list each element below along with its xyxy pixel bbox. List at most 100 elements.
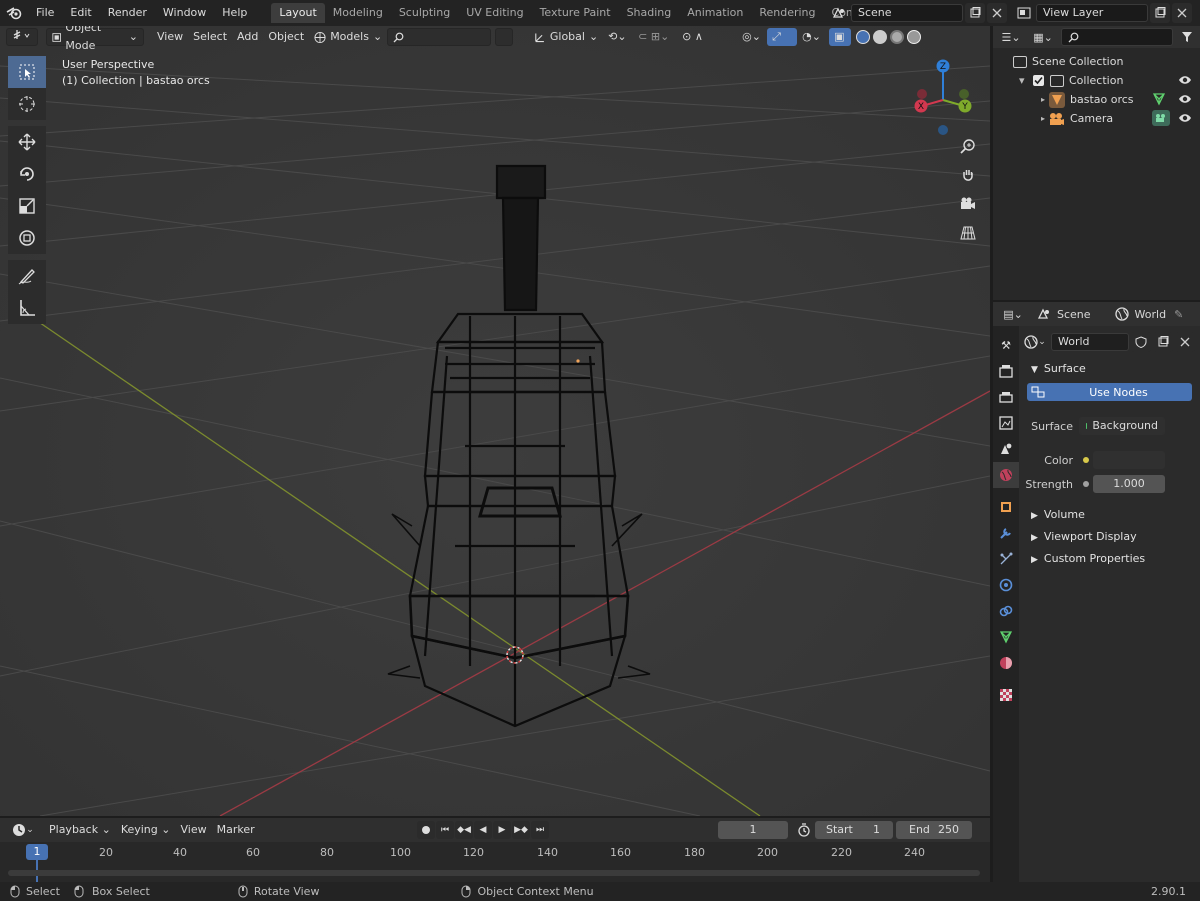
physics-tab-icon[interactable] [993,572,1019,598]
tab-sculpting[interactable]: Sculpting [391,3,458,23]
outliner-editor-type-icon[interactable]: ☰⌄ [997,27,1025,47]
viewport-menu-select[interactable]: Select [188,28,232,46]
transform-tool-icon[interactable] [8,222,46,254]
display-mode-icon[interactable]: ▦⌄ [1029,27,1057,47]
remove-scene-icon[interactable] [987,3,1007,23]
properties-editor-type-icon[interactable]: ▤⌄ [999,304,1027,324]
eye-icon[interactable] [1178,112,1192,124]
timeline-menu-marker[interactable]: Marker [212,821,260,839]
mesh-data-icon[interactable] [1152,92,1166,106]
view-layer-icon[interactable] [1014,3,1034,23]
volume-panel-header[interactable]: ▶ Volume [1021,504,1200,526]
constraints-tab-icon[interactable] [993,598,1019,624]
scene-tab-icon[interactable] [993,436,1019,462]
tab-layout[interactable]: Layout [271,3,325,23]
3d-viewport[interactable]: Object Mode ⌄ View Select Add Object Mod… [0,26,990,816]
disclosure-triangle-icon[interactable]: ▸ [1041,114,1049,123]
orientation-dropdown[interactable]: Global ⌄ [529,28,603,46]
filter-icon[interactable] [1177,27,1197,47]
start-frame-field[interactable]: Start 1 [815,821,893,839]
navigation-gizmo[interactable]: Z Y X [908,58,978,138]
tab-uv-editing[interactable]: UV Editing [458,3,531,23]
wireframe-shading-icon[interactable] [856,30,871,44]
record-keyframes-icon[interactable] [417,821,435,839]
fake-user-shield-icon[interactable] [1131,332,1151,352]
tool-settings-tab-icon[interactable]: ⚒ [993,332,1019,358]
xray-toggle-icon[interactable]: ▣ [829,28,852,46]
select-box-tool-icon[interactable] [8,56,46,88]
proportional-edit-icon[interactable]: ⊙ ∧ [677,28,717,46]
snap-toggle-icon[interactable]: ⊂ ⊞⌄ [633,28,677,46]
eye-icon[interactable] [1178,93,1192,105]
tree-item-scene-collection[interactable]: Scene Collection [993,52,1200,71]
tab-texture-paint[interactable]: Texture Paint [532,3,619,23]
next-keyframe-icon[interactable]: ▶◆ [512,821,530,839]
world-tab-icon[interactable] [993,462,1019,488]
tree-item-collection[interactable]: ▾ Collection [993,71,1200,90]
object-tab-icon[interactable] [993,494,1019,520]
visibility-filter-icon[interactable]: ◎⌄ [737,28,767,46]
custom-properties-panel-header[interactable]: ▶ Custom Properties [1021,548,1200,570]
cursor-tool-icon[interactable] [8,88,46,120]
duplicate-world-icon[interactable] [1153,332,1173,352]
remove-view-layer-icon[interactable] [1172,3,1192,23]
solid-shading-icon[interactable] [873,30,888,44]
use-nodes-button[interactable]: Use Nodes [1027,383,1192,401]
timeline-scrollbar[interactable] [8,870,980,876]
particles-tab-icon[interactable] [993,546,1019,572]
menu-help[interactable]: Help [214,0,255,26]
timeline-editor-type-icon[interactable]: ⌄ [8,820,38,840]
color-socket-icon[interactable] [1079,457,1093,463]
current-frame-field[interactable]: 1 [718,821,788,839]
world-browse-icon[interactable]: ⌄ [1021,332,1049,352]
scene-name-field[interactable]: Scene [851,4,963,22]
viewport-menu-view[interactable]: View [152,28,188,46]
breadcrumb-scene[interactable]: Scene [1037,308,1091,321]
disclosure-triangle-icon[interactable]: ▾ [1019,74,1033,87]
overlay-toggle-icon[interactable]: ◔⌄ [797,28,829,46]
pivot-point-icon[interactable]: ⟲⌄ [603,28,633,46]
prev-keyframe-icon[interactable]: ◆◀ [455,821,473,839]
render-tab-icon[interactable] [993,358,1019,384]
menu-render[interactable]: Render [100,0,155,26]
output-tab-icon[interactable] [993,384,1019,410]
pin-icon[interactable]: ✎ [1174,308,1183,321]
eye-icon[interactable] [1178,74,1192,86]
jump-end-icon[interactable]: ⏭ [531,821,549,839]
scene-selector-icon[interactable] [829,3,849,23]
color-swatch[interactable] [1093,451,1165,469]
exclude-checkbox[interactable] [1033,75,1044,86]
menu-file[interactable]: File [28,0,62,26]
viewport-display-panel-header[interactable]: ▶ Viewport Display [1021,526,1200,548]
strength-socket-icon[interactable] [1079,481,1093,487]
view-layer-field[interactable]: View Layer [1036,4,1148,22]
move-tool-icon[interactable] [8,126,46,158]
surface-panel-header[interactable]: ▼ Surface [1021,358,1200,380]
measure-tool-icon[interactable] [8,292,46,324]
tree-item-bastao-orcs[interactable]: ▸ bastao orcs [993,90,1200,109]
timeline-ruler[interactable]: 1 20 40 60 80 100 120 140 160 180 200 22… [0,842,990,884]
disclosure-triangle-icon[interactable]: ▸ [1041,95,1049,104]
object-mode-dropdown[interactable]: Object Mode ⌄ [46,26,144,52]
tab-shading[interactable]: Shading [619,3,680,23]
object-data-tab-icon[interactable] [993,624,1019,650]
play-icon[interactable]: ▶ [493,821,511,839]
strength-field[interactable]: 1.000 [1093,475,1165,493]
timeline-menu-playback[interactable]: Playback ⌄ [44,821,116,839]
timeline-menu-view[interactable]: View [175,821,211,839]
material-tab-icon[interactable] [993,650,1019,676]
material-shading-icon[interactable] [890,30,905,44]
world-name-field[interactable]: World [1051,333,1129,351]
editor-type-icon[interactable] [6,28,38,46]
surface-shader-field[interactable]: Background [1079,417,1165,435]
camera-view-icon[interactable] [955,191,981,217]
end-frame-field[interactable]: End 250 [896,821,972,839]
tab-rendering[interactable]: Rendering [751,3,823,23]
pan-view-icon[interactable] [955,162,981,188]
rotate-tool-icon[interactable] [8,158,46,190]
unlink-world-icon[interactable] [1175,332,1195,352]
tree-item-camera[interactable]: ▸ Camera [993,109,1200,128]
breadcrumb-world[interactable]: World [1114,307,1166,321]
filter-toggle-icon[interactable] [495,28,514,46]
outliner-search-input[interactable] [1061,28,1173,46]
